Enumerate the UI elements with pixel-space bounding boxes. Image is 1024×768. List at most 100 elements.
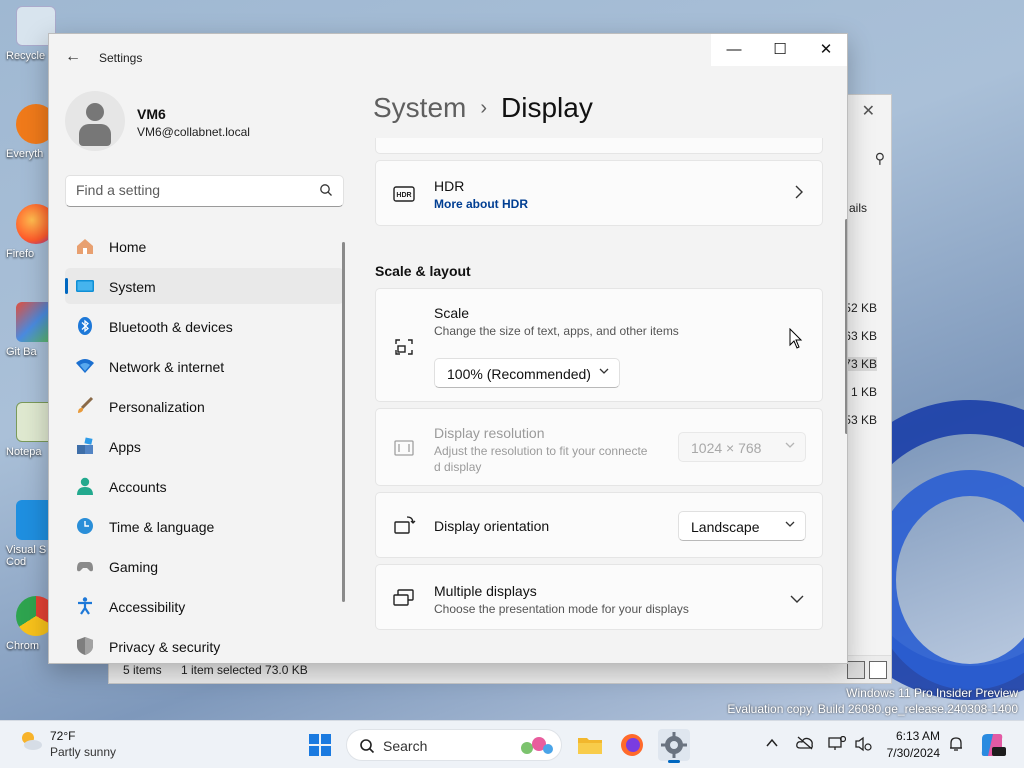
sidebar-item-time-language[interactable]: Time & language	[65, 508, 344, 544]
network-display-icon[interactable]	[828, 735, 847, 755]
avatar-head	[86, 103, 104, 121]
hdr-icon: HDR	[393, 186, 415, 202]
sidebar-item-accounts[interactable]: Accounts	[65, 468, 344, 504]
settings-window[interactable]: ← Settings — ☐ ✕ VM6 VM6@collabnet.local…	[48, 33, 848, 664]
avatar[interactable]	[65, 91, 125, 151]
multiple-displays-card[interactable]: Multiple displays Choose the presentatio…	[375, 564, 823, 630]
file-explorer-icon	[578, 738, 602, 754]
sidebar-scrollbar[interactable]	[342, 242, 345, 602]
notification-bell-icon[interactable]	[948, 736, 964, 755]
taskbar-file-explorer[interactable]	[574, 729, 606, 761]
find-setting-box[interactable]	[65, 175, 344, 207]
desktop-icon-chrome[interactable]: Chrom	[6, 596, 56, 652]
sidebar-item-home[interactable]: Home	[65, 228, 344, 264]
desktop-icon-firefox[interactable]: Firefo	[6, 204, 56, 260]
breadcrumb-separator: ›	[480, 97, 488, 119]
svg-text:HDR: HDR	[396, 192, 411, 199]
scale-value: 100% (Recommended)	[447, 366, 591, 382]
hdr-title: HDR	[434, 178, 465, 194]
desktop-icon-everything[interactable]: Everyth	[6, 104, 56, 160]
explorer-details-label[interactable]: ails	[849, 201, 867, 215]
desktop-icon-label: Git Ba	[6, 346, 37, 358]
accessibility-icon	[78, 597, 92, 615]
sidebar-item-label: Home	[109, 239, 147, 255]
multiple-displays-title: Multiple displays	[434, 583, 537, 599]
sidebar-item-label: Accounts	[109, 479, 167, 495]
hdr-card[interactable]: HDR HDR More about HDR	[375, 160, 823, 226]
minimize-button[interactable]: —	[711, 34, 757, 66]
orientation-dropdown[interactable]: Landscape	[678, 511, 806, 541]
breadcrumb-parent[interactable]: System	[373, 92, 466, 123]
chevron-right-icon[interactable]	[794, 185, 804, 202]
orientation-icon	[394, 516, 416, 534]
sidebar-item-gaming[interactable]: Gaming	[65, 548, 344, 584]
volume-muted-icon[interactable]	[854, 736, 872, 755]
start-button[interactable]	[304, 729, 336, 761]
taskbar-settings[interactable]	[658, 729, 690, 763]
search-highlight-icon	[521, 737, 553, 754]
content-scrollbar[interactable]	[845, 219, 847, 434]
orientation-value: Landscape	[691, 519, 760, 535]
search-input[interactable]	[76, 182, 306, 198]
mouse-cursor-icon	[789, 328, 803, 349]
firefox-icon	[621, 734, 643, 756]
sidebar-item-label: Network & internet	[109, 359, 225, 375]
network-icon	[76, 359, 94, 373]
sidebar-item-label: Apps	[109, 439, 141, 455]
avatar-body	[79, 124, 111, 146]
clock-time[interactable]: 6:13 AM	[896, 729, 940, 743]
windows-logo-icon	[309, 734, 331, 756]
clock-date[interactable]: 7/30/2024	[887, 746, 940, 760]
sidebar-item-bluetooth[interactable]: Bluetooth & devices	[65, 308, 344, 344]
copilot-preview-button[interactable]	[976, 729, 1008, 761]
explorer-close-icon[interactable]: ✕	[862, 101, 875, 121]
desktop-icon-vscode[interactable]: Visual S Cod	[6, 500, 56, 568]
sidebar-item-apps[interactable]: Apps	[65, 428, 344, 464]
sidebar-item-network[interactable]: Network & internet	[65, 348, 344, 384]
brush-icon	[78, 396, 94, 413]
scale-dropdown[interactable]: 100% (Recommended)	[434, 358, 620, 388]
desktop-icon-recycle-bin[interactable]: Recycle	[6, 6, 56, 62]
app-title: Settings	[99, 51, 143, 65]
taskbar-search-label: Search	[383, 738, 428, 754]
orientation-card[interactable]: Display orientation Landscape	[375, 492, 823, 558]
sidebar-item-system[interactable]: System	[65, 268, 344, 304]
sidebar-item-personalization[interactable]: Personalization	[65, 388, 344, 424]
sidebar-item-label: System	[109, 279, 156, 295]
multiple-displays-icon	[393, 589, 414, 606]
sidebar-item-privacy[interactable]: Privacy & security	[65, 628, 344, 663]
chevron-down-icon[interactable]	[790, 591, 804, 607]
sidebar-item-accessibility[interactable]: Accessibility	[65, 588, 344, 624]
resolution-subtitle-line1: Adjust the resolution to fit your connec…	[434, 444, 648, 458]
home-icon	[77, 239, 93, 254]
taskbar-search-box[interactable]: Search	[346, 729, 562, 761]
tiles-view-icon[interactable]	[869, 661, 887, 679]
hdr-more-link[interactable]: More about HDR	[434, 197, 528, 211]
search-icon	[360, 739, 375, 754]
weather-temperature: 72°F	[50, 729, 76, 743]
taskbar: 72°F Partly sunny Search 6:13 AM 7/30/20…	[0, 720, 1024, 768]
search-icon[interactable]	[319, 183, 333, 197]
explorer-search-icon[interactable]: ⚲	[875, 150, 885, 167]
onedrive-offline-icon[interactable]	[796, 736, 814, 753]
details-view-icon[interactable]	[847, 661, 865, 679]
sidebar-item-label: Accessibility	[109, 599, 186, 615]
sidebar-item-label: Bluetooth & devices	[109, 319, 233, 335]
weather-widget[interactable]: 72°F Partly sunny	[18, 729, 116, 759]
close-button[interactable]: ✕	[803, 34, 847, 66]
scale-card[interactable]: Scale Change the size of text, apps, and…	[375, 288, 823, 402]
page-title: Display	[501, 92, 593, 123]
accounts-icon	[77, 477, 93, 495]
desktop-icon-label: Recycle	[6, 50, 46, 62]
resolution-dropdown: 1024 × 768	[678, 432, 806, 462]
maximize-button[interactable]: ☐	[757, 34, 803, 66]
chevron-down-icon	[599, 365, 609, 379]
title-bar[interactable]: ← Settings — ☐ ✕	[49, 34, 847, 80]
desktop-icon-notepad[interactable]: Notepa	[6, 402, 56, 458]
tray-overflow-chevron-icon[interactable]	[766, 736, 778, 752]
desktop-icon-git-bash[interactable]: Git Ba	[6, 302, 56, 358]
watermark-line2: Evaluation copy. Build 26080.ge_release.…	[727, 702, 1018, 716]
scale-icon	[395, 339, 413, 355]
back-arrow-icon[interactable]: ←	[61, 48, 85, 68]
taskbar-firefox[interactable]	[616, 729, 648, 761]
